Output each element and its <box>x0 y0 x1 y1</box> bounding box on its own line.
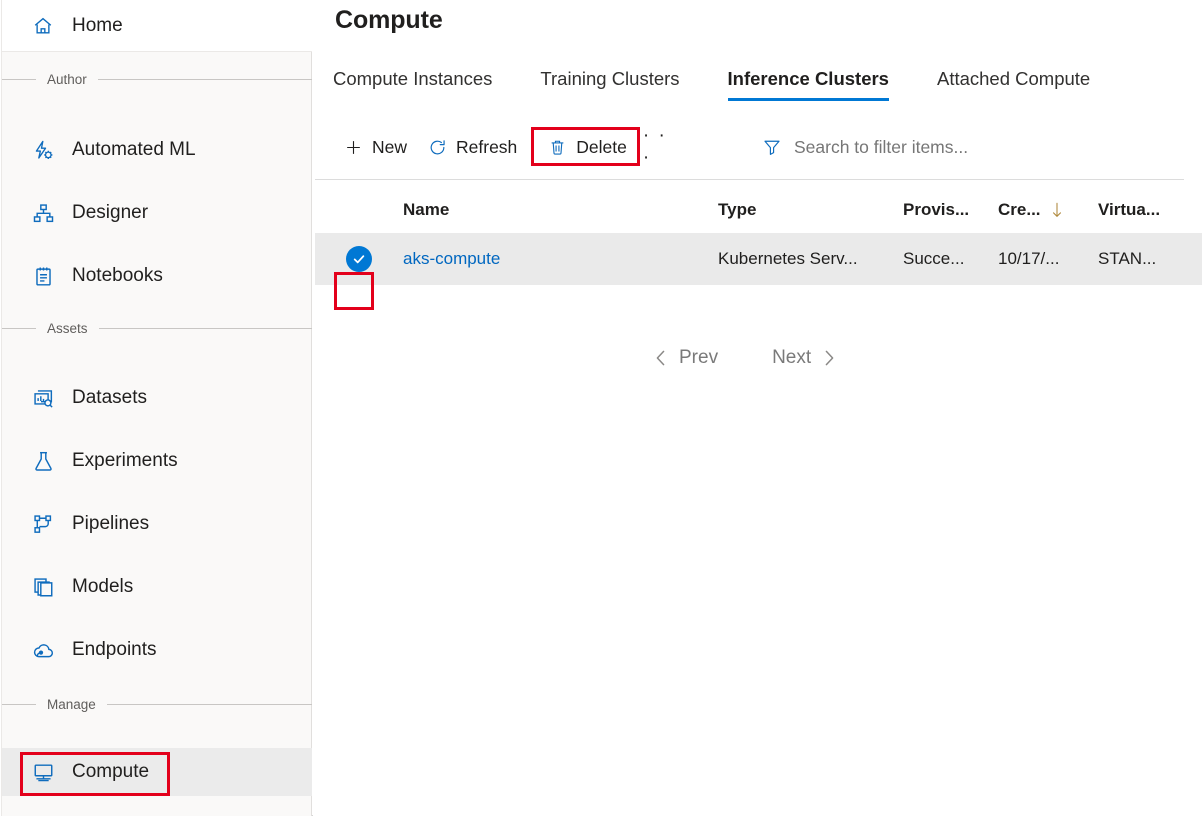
column-header-virtual-machine[interactable]: Virtua... <box>1098 200 1198 220</box>
sidebar-item-label: Home <box>72 15 123 37</box>
sidebar-item-label: Datasets <box>72 387 147 409</box>
sidebar: Home Author Automated ML <box>0 0 312 816</box>
chevron-left-icon <box>653 348 669 368</box>
checkbox-checked-icon <box>346 246 372 272</box>
sidebar-item-pipelines[interactable]: Pipelines <box>2 500 312 548</box>
models-icon <box>30 576 56 599</box>
sidebar-item-label: Compute <box>72 761 149 783</box>
sidebar-group-label: Assets <box>36 321 99 336</box>
pipelines-icon <box>30 513 56 536</box>
tab-attached-compute[interactable]: Attached Compute <box>937 68 1090 101</box>
sidebar-item-notebooks[interactable]: Notebooks <box>2 252 312 300</box>
divider-right <box>99 328 312 329</box>
divider-left <box>2 328 36 329</box>
next-page-label: Next <box>762 347 821 369</box>
sidebar-item-label: Pipelines <box>72 513 149 535</box>
column-header-created[interactable]: Cre... <box>998 200 1098 220</box>
divider-right <box>107 704 312 705</box>
sidebar-item-designer[interactable]: Designer <box>2 189 312 237</box>
table-header-row: Name Type Provis... Cre... Virtua... <box>315 186 1202 233</box>
azure-ml-studio-window: Home Author Automated ML <box>0 0 1202 816</box>
refresh-button[interactable]: Refresh <box>417 130 527 164</box>
row-cell-name[interactable]: aks-compute <box>403 249 718 269</box>
column-header-name[interactable]: Name <box>403 200 718 220</box>
plus-icon <box>343 137 363 157</box>
divider-left <box>2 704 36 705</box>
pagination: Prev Next <box>647 338 843 378</box>
sidebar-item-label: Designer <box>72 202 148 224</box>
toolbar-divider <box>315 179 1184 180</box>
sidebar-item-label: Automated ML <box>72 139 196 161</box>
sidebar-item-automated-ml[interactable]: Automated ML <box>2 126 312 174</box>
compute-tabs: Compute Instances Training Clusters Infe… <box>333 68 1090 114</box>
sidebar-item-experiments[interactable]: Experiments <box>2 437 312 485</box>
designer-icon <box>30 202 56 225</box>
home-icon <box>30 15 56 37</box>
new-button[interactable]: New <box>333 130 417 164</box>
divider-right <box>98 79 312 80</box>
compute-icon <box>30 761 56 784</box>
prev-page-label: Prev <box>669 347 728 369</box>
row-cell-provisioning: Succe... <box>903 249 998 269</box>
delete-button-label: Delete <box>576 137 627 158</box>
sidebar-item-label: Models <box>72 576 133 598</box>
sidebar-item-endpoints[interactable]: Endpoints <box>2 626 312 674</box>
new-button-label: New <box>372 137 407 158</box>
row-cell-created: 10/17/... <box>998 249 1098 269</box>
row-cell-type: Kubernetes Serv... <box>718 249 903 269</box>
chevron-right-icon <box>821 348 837 368</box>
filter-icon <box>761 136 783 158</box>
tab-inference-clusters[interactable]: Inference Clusters <box>728 68 889 101</box>
sidebar-item-label: Experiments <box>72 450 178 472</box>
sidebar-item-compute[interactable]: Compute <box>2 748 312 796</box>
next-page-button[interactable]: Next <box>756 347 843 369</box>
prev-page-button[interactable]: Prev <box>647 347 734 369</box>
sidebar-group-author: Author <box>2 70 312 88</box>
tab-training-clusters[interactable]: Training Clusters <box>540 68 679 101</box>
experiments-icon <box>30 450 56 473</box>
more-options-button[interactable]: · · · <box>643 130 677 164</box>
column-header-created-label: Cre... <box>998 200 1041 220</box>
inference-clusters-table: Name Type Provis... Cre... Virtua... <box>315 186 1202 285</box>
automated-ml-icon <box>30 139 56 162</box>
sort-descending-icon <box>1050 202 1064 218</box>
notebooks-icon <box>30 265 56 288</box>
sidebar-item-label: Endpoints <box>72 639 157 661</box>
sidebar-group-label: Manage <box>36 697 107 712</box>
refresh-icon <box>427 137 447 157</box>
main-content: Compute Compute Instances Training Clust… <box>313 0 1202 816</box>
sidebar-group-label: Author <box>36 72 98 87</box>
sidebar-item-home[interactable]: Home <box>2 0 312 52</box>
refresh-button-label: Refresh <box>456 137 517 158</box>
column-header-provisioning[interactable]: Provis... <box>903 200 998 220</box>
command-bar: New Refresh <box>333 128 677 166</box>
sidebar-group-assets: Assets <box>2 319 312 337</box>
tab-compute-instances[interactable]: Compute Instances <box>333 68 492 101</box>
page-title: Compute <box>335 6 443 35</box>
search-filter-field[interactable]: Search to filter items... <box>761 128 968 166</box>
trash-icon <box>547 137 567 157</box>
row-checkbox[interactable] <box>315 246 403 272</box>
sidebar-item-models[interactable]: Models <box>2 563 312 611</box>
delete-button[interactable]: Delete <box>537 130 637 164</box>
sidebar-group-manage: Manage <box>2 695 312 713</box>
datasets-icon <box>30 387 56 410</box>
row-cell-virtual-machine: STAN... <box>1098 249 1198 269</box>
divider-left <box>2 79 36 80</box>
endpoints-icon <box>30 639 56 662</box>
column-header-type[interactable]: Type <box>718 200 903 220</box>
search-input-placeholder: Search to filter items... <box>794 137 968 158</box>
sidebar-item-datasets[interactable]: Datasets <box>2 374 312 422</box>
table-row[interactable]: aks-compute Kubernetes Serv... Succe... … <box>315 233 1202 285</box>
sidebar-item-label: Notebooks <box>72 265 163 287</box>
